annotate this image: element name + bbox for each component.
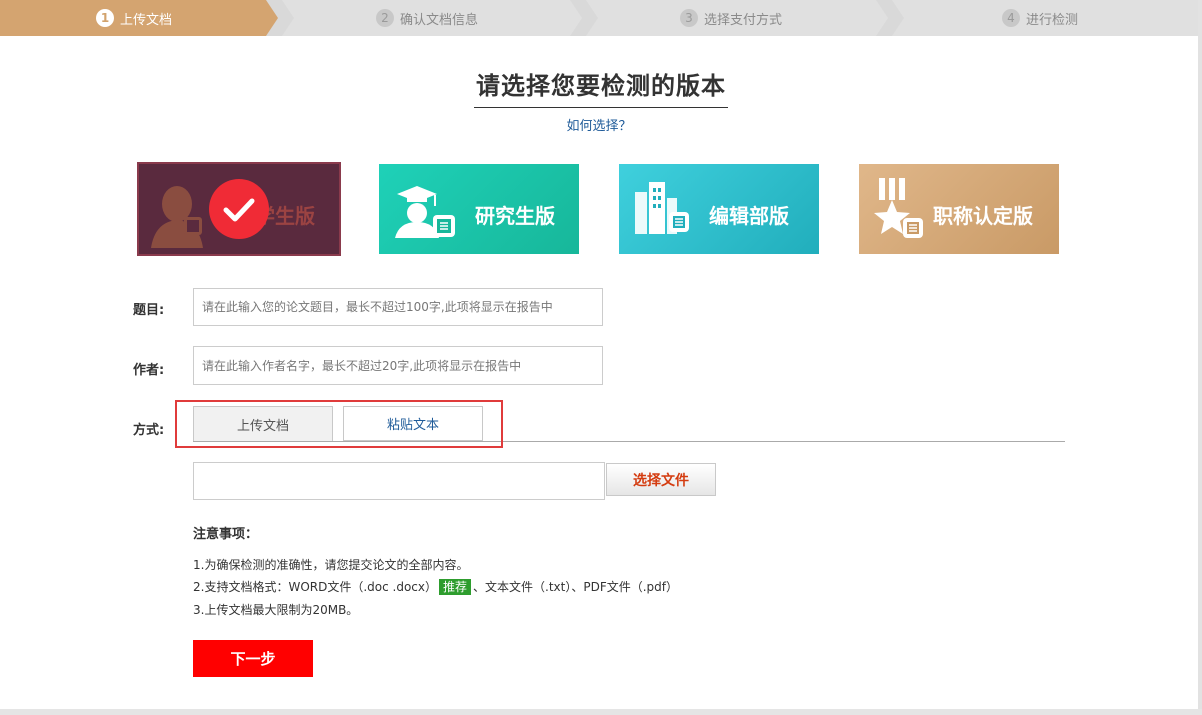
title-input[interactable] bbox=[193, 288, 603, 326]
step-label: 确认文档信息 bbox=[400, 12, 479, 28]
highlight-box bbox=[175, 400, 503, 448]
scrollbar-track[interactable] bbox=[1198, 0, 1202, 715]
file-path-input[interactable] bbox=[193, 462, 605, 500]
version-label: 编辑部版 bbox=[709, 204, 789, 228]
step-number: 3 bbox=[680, 9, 698, 27]
step-number: 2 bbox=[376, 9, 394, 27]
note-line-2: 2.支持文档格式：WORD文件（.doc .docx） 推荐 、文本文件（.txt）… bbox=[193, 578, 678, 595]
step-number: 1 bbox=[96, 9, 114, 27]
version-card-title-cert[interactable]: 职称认定版 bbox=[859, 164, 1059, 254]
step-check: 4 进行检测 bbox=[1002, 0, 1078, 36]
step-upload: 1 上传文档 bbox=[96, 0, 172, 36]
author-label: 作者: bbox=[133, 363, 165, 378]
version-label: 职称认定版 bbox=[933, 204, 1033, 228]
author-input[interactable] bbox=[193, 346, 603, 385]
step-label: 上传文档 bbox=[120, 12, 173, 28]
recommended-badge: 推荐 bbox=[439, 579, 472, 595]
step-payment: 3 选择支付方式 bbox=[680, 0, 782, 36]
version-card-graduate[interactable]: 研究生版 bbox=[379, 164, 579, 254]
title-label: 题目: bbox=[133, 303, 165, 318]
note-line-1: 1.为确保检测的准确性，请您提交论文的全部内容。 bbox=[193, 558, 469, 572]
step-label: 进行检测 bbox=[1026, 12, 1079, 28]
step-number: 4 bbox=[1002, 9, 1020, 27]
note-line-3: 3.上传文档最大限制为20MB。 bbox=[193, 603, 359, 617]
step-label: 选择支付方式 bbox=[704, 12, 783, 28]
page-title: 请选择您要检测的版本 bbox=[474, 66, 728, 108]
how-to-choose-link[interactable]: 如何选择？ bbox=[566, 119, 631, 134]
version-label: 研究生版 bbox=[475, 204, 555, 228]
version-card-editorial[interactable]: 编辑部版 bbox=[619, 164, 819, 254]
version-card-student[interactable]: 学生版 bbox=[137, 162, 341, 256]
next-step-button[interactable]: 下一步 bbox=[193, 640, 313, 677]
method-label: 方式: bbox=[133, 423, 165, 438]
bottom-divider bbox=[0, 709, 1202, 715]
note-format-text-rest: 、文本文件（.txt）、PDF文件（.pdf） bbox=[473, 580, 678, 594]
notes-title: 注意事项： bbox=[193, 527, 259, 542]
help-link-row: 如何选择？ bbox=[0, 115, 1198, 134]
selected-check-icon bbox=[209, 179, 269, 239]
headline-wrap: 请选择您要检测的版本 bbox=[0, 66, 1202, 108]
step-confirm: 2 确认文档信息 bbox=[376, 0, 478, 36]
choose-file-button[interactable]: 选择文件 bbox=[606, 463, 716, 496]
progress-stepper: 1 上传文档 2 确认文档信息 3 选择支付方式 4 进行检测 bbox=[0, 0, 1202, 36]
note-format-text: 2.支持文档格式：WORD文件（.doc .docx） bbox=[193, 580, 437, 594]
